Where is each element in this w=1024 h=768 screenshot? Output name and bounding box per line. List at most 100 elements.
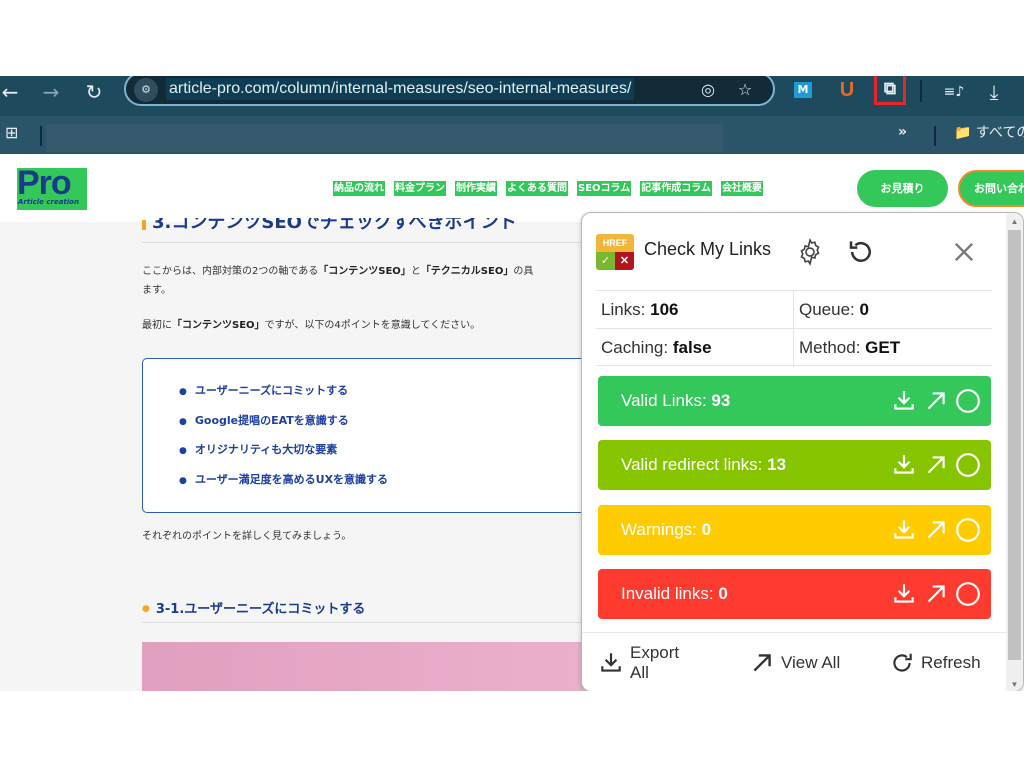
status-count: 13 — [767, 455, 787, 474]
close-icon[interactable] — [950, 238, 978, 266]
export-all-button[interactable]: Export All — [598, 633, 698, 691]
media-icon: ≡♪ — [943, 84, 965, 100]
refresh-button[interactable]: Refresh — [889, 633, 981, 691]
status-label-text: Valid redirect links: — [621, 455, 768, 474]
reload-icon: ↻ — [85, 80, 103, 104]
valid-redirect-links-bar: Valid redirect links: 13 — [598, 440, 991, 490]
nav-portfolio[interactable]: 制作実績 — [455, 181, 497, 196]
stats-row: Caching: false Method: GET — [596, 328, 992, 367]
nav-article-column[interactable]: 記事作成コラム — [640, 181, 712, 196]
forward-button[interactable]: → — [37, 80, 65, 104]
view-all-button[interactable]: View All — [749, 633, 840, 691]
list-item[interactable]: ユーザーニーズにコミットする — [179, 381, 388, 411]
google-lens-button[interactable]: ◎ — [696, 78, 720, 102]
points-box: ユーザーニーズにコミットする Google提唱のEATを意識する オリジナリティ… — [142, 358, 592, 513]
status-actions — [891, 452, 981, 478]
status-label: Warnings: 0 — [621, 505, 711, 555]
media-controls-button[interactable]: ≡♪ — [940, 80, 968, 104]
highlight-toggle-icon[interactable] — [955, 581, 981, 607]
site-info-button[interactable]: ⚙ — [134, 78, 158, 102]
nav-pricing[interactable]: 料金プラン — [394, 181, 446, 196]
text-span: ここからは、内部対策の2つの軸である — [142, 266, 319, 277]
bookmarks-overflow-button[interactable]: » — [898, 124, 907, 140]
downloads-button[interactable]: ⤓ — [980, 80, 1008, 104]
site-settings-icon: ⚙ — [141, 83, 151, 96]
download-icon[interactable] — [891, 581, 917, 607]
address-bar[interactable]: ⚙ article-pro.com/column/internal-measur… — [124, 76, 775, 106]
download-icon: ⤓ — [989, 80, 999, 104]
u-extension-icon: U — [839, 79, 855, 101]
refresh-label: Refresh — [921, 653, 981, 672]
scroll-up-arrow-icon[interactable]: ▲ — [1006, 213, 1023, 230]
popup-header: HREF ✓ ✕ Check My Links — [582, 213, 1007, 290]
stat-label: Method: — [799, 338, 866, 357]
nav-delivery-flow[interactable]: 納品の流れ — [333, 181, 385, 196]
nav-seo-column[interactable]: SEOコラム — [577, 181, 632, 196]
open-external-icon[interactable] — [923, 388, 949, 414]
intro-paragraph-line2: ます。 — [142, 285, 171, 296]
download-icon[interactable] — [891, 452, 917, 478]
site-logo[interactable]: Pro Article creation — [17, 164, 87, 210]
valid-links-bar: Valid Links: 93 — [598, 376, 991, 426]
highlight-toggle-icon[interactable] — [955, 388, 981, 414]
toolbar-divider — [920, 80, 922, 102]
bookmarks-area — [46, 124, 723, 152]
reload-button[interactable]: ↻ — [80, 80, 108, 104]
caching-status: Caching: false — [596, 329, 794, 367]
list-item[interactable]: ユーザー満足度を高めるUXを意識する — [179, 470, 388, 500]
extension-m-button[interactable]: M — [794, 82, 812, 98]
list-item[interactable]: Google提唱のEATを意識する — [179, 411, 388, 441]
subsection-heading: ● 3-1.ユーザーニーズにコミットする — [142, 598, 365, 617]
stat-label: Links: — [601, 300, 651, 319]
status-label: Invalid links: 0 — [621, 569, 728, 619]
status-label-text: Warnings: — [621, 520, 702, 539]
extensions-menu-button[interactable]: ⧉ — [874, 76, 906, 105]
gear-icon[interactable] — [795, 237, 825, 267]
method-status: Method: GET — [794, 329, 992, 367]
screen: ← → ↻ ⚙ article-pro.com/column/internal-… — [0, 76, 1024, 691]
download-icon[interactable] — [891, 517, 917, 543]
scroll-thumb[interactable] — [1008, 230, 1021, 660]
all-bookmarks-folder[interactable]: 📁 すべての — [954, 122, 1024, 142]
status-count: 93 — [711, 391, 731, 410]
status-label: Valid Links: 93 — [621, 376, 730, 426]
apps-grid-icon: ⊞ — [5, 123, 19, 142]
contact-button[interactable]: お問い合わせ — [958, 170, 1024, 207]
href-logo-icon: HREF ✓ ✕ — [596, 234, 634, 270]
status-actions — [891, 517, 981, 543]
open-external-icon[interactable] — [923, 517, 949, 543]
back-button[interactable]: ← — [0, 80, 24, 104]
open-external-icon[interactable] — [923, 581, 949, 607]
highlight-toggle-icon[interactable] — [955, 517, 981, 543]
status-label-text: Invalid links: — [621, 584, 719, 603]
bookmarks-divider — [40, 126, 42, 146]
bookmark-button[interactable]: ☆ — [733, 78, 757, 102]
download-icon[interactable] — [891, 388, 917, 414]
status-label: Valid redirect links: 13 — [621, 440, 786, 490]
stat-label: Caching: — [601, 338, 673, 357]
scroll-down-arrow-icon[interactable]: ▼ — [1006, 676, 1023, 691]
open-external-icon[interactable] — [923, 452, 949, 478]
nav-company[interactable]: 会社概要 — [720, 181, 763, 196]
export-all-label: Export All — [630, 643, 680, 682]
stat-value: false — [672, 338, 712, 357]
rescan-icon[interactable] — [846, 237, 876, 267]
extension-u-button[interactable]: U — [836, 79, 858, 101]
highlight-toggle-icon[interactable] — [955, 452, 981, 478]
url-text[interactable]: article-pro.com/column/internal-measures… — [166, 78, 635, 100]
heading-marker — [142, 220, 146, 230]
invalid-links-bar: Invalid links: 0 — [598, 569, 991, 619]
article-image — [142, 642, 592, 691]
apps-button[interactable]: ⊞ — [5, 124, 23, 142]
nav-faq[interactable]: よくある質問 — [506, 181, 568, 196]
puzzle-icon: ⧉ — [883, 79, 897, 99]
queue-count: Queue: 0 — [794, 291, 992, 329]
quote-button[interactable]: お見積り — [857, 170, 948, 207]
stat-label: Queue: — [799, 300, 860, 319]
refresh-icon — [893, 653, 912, 672]
status-actions — [891, 581, 981, 607]
closing-paragraph: それぞれのポイントを詳しく見てみましょう。 — [142, 531, 352, 542]
popup-scrollbar[interactable]: ▲ ▼ — [1006, 213, 1023, 691]
browser-toolbar: ← → ↻ ⚙ article-pro.com/column/internal-… — [0, 76, 1024, 116]
list-item[interactable]: オリジナリティも大切な要素 — [179, 440, 388, 470]
